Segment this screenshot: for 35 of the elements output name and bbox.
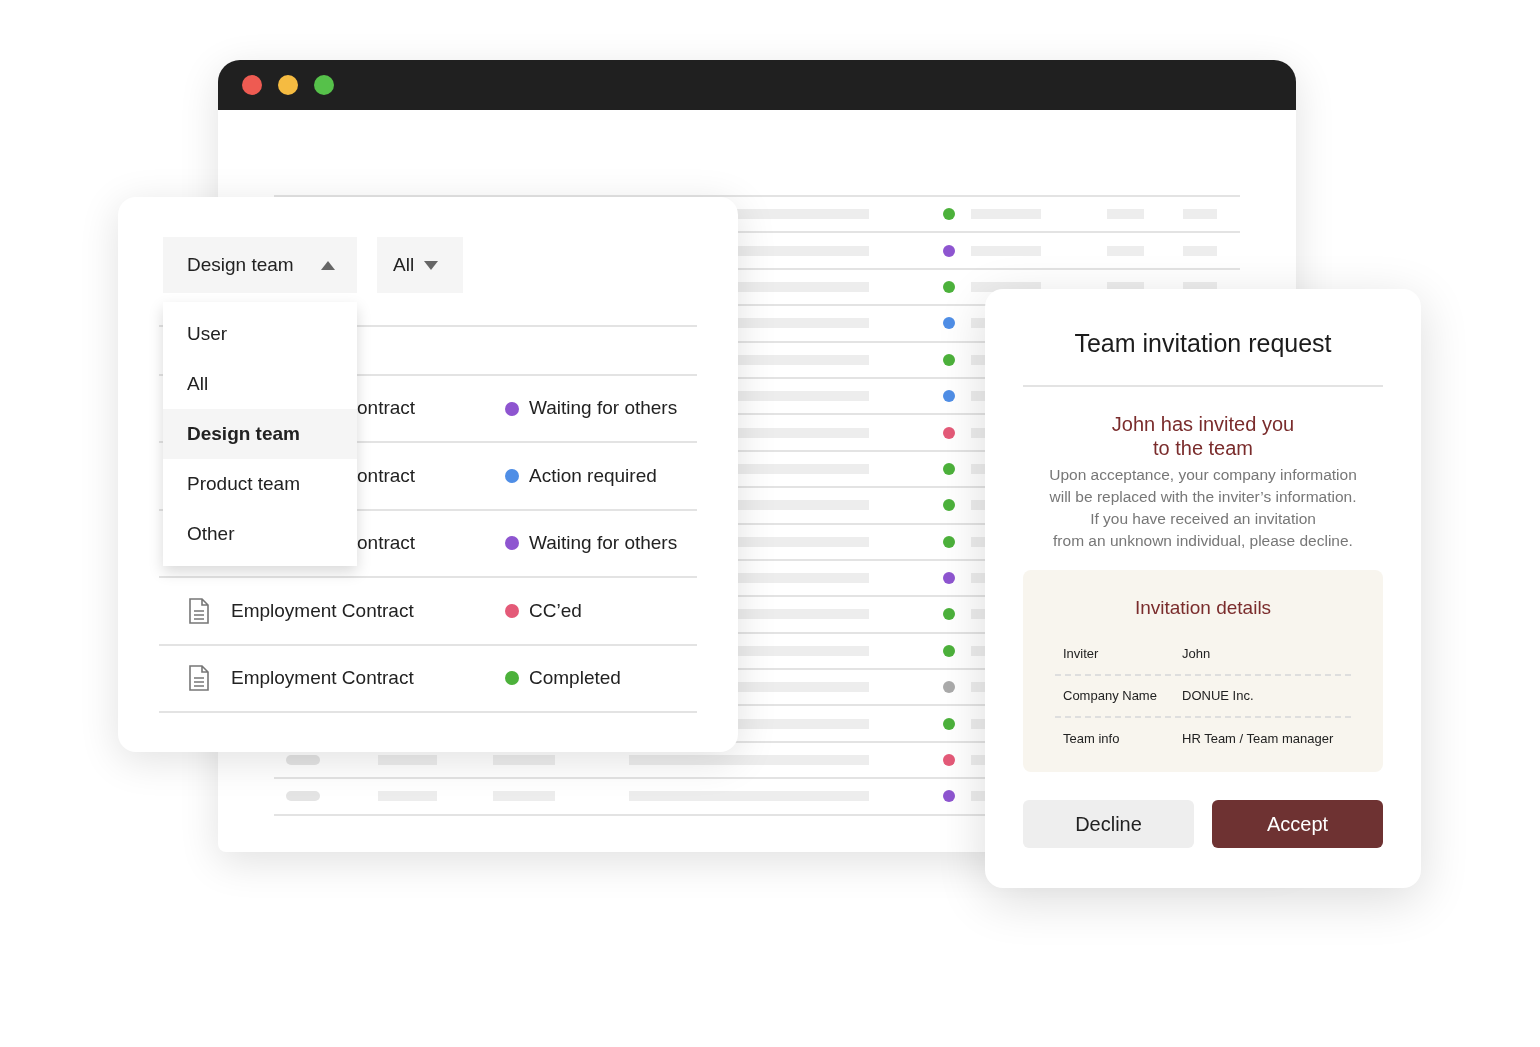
menu-item[interactable]: All [163, 359, 357, 409]
invitation-message: Upon acceptance, your company information will be replaced with the inviter’s information. If you have received an invitation from an unknown individual, please decline. [1048, 464, 1358, 551]
skeleton-bar [286, 755, 320, 766]
team-dropdown[interactable]: Design team [163, 237, 357, 293]
invitation-heading: John has invited you to the team [1110, 411, 1296, 460]
detail-value: DONUE Inc. [1182, 687, 1254, 706]
details-title: Invitation details [1133, 595, 1273, 620]
menu-item[interactable]: User [163, 309, 357, 359]
decline-button[interactable]: Decline [1023, 799, 1194, 848]
status-dropdown[interactable]: All [377, 237, 463, 293]
skeleton-bar [286, 791, 320, 802]
status-label: Waiting for others [529, 531, 678, 556]
detail-label: Team info [1063, 730, 1121, 749]
skeleton-bar [378, 755, 437, 766]
caret-icon [424, 260, 439, 270]
document-name: ontract [357, 463, 416, 488]
status-label: CC’ed [529, 598, 582, 623]
document-name: ontract [357, 531, 416, 556]
detail-value: John [1182, 645, 1211, 664]
document-name: ontract [357, 396, 416, 421]
status-label: Completed [529, 666, 621, 690]
menu-item[interactable]: Product team [163, 459, 357, 509]
dialog-title: Team invitation request [1023, 289, 1383, 387]
status-label: Waiting for others [529, 396, 678, 421]
caret-icon [321, 260, 335, 270]
detail-value: HR Team / Team manager [1182, 730, 1334, 749]
document-name: Employment Contract [231, 598, 414, 623]
skeleton-bar [493, 755, 555, 766]
document-name: Employment Contract [231, 666, 414, 690]
detail-label: Inviter [1063, 645, 1100, 664]
accept-button[interactable]: Accept [1212, 799, 1383, 848]
status-label: Action required [529, 463, 657, 488]
menu-item[interactable]: Other [163, 509, 357, 559]
detail-label: Company Name [1063, 687, 1158, 706]
menu-item[interactable]: Design team [163, 409, 357, 459]
